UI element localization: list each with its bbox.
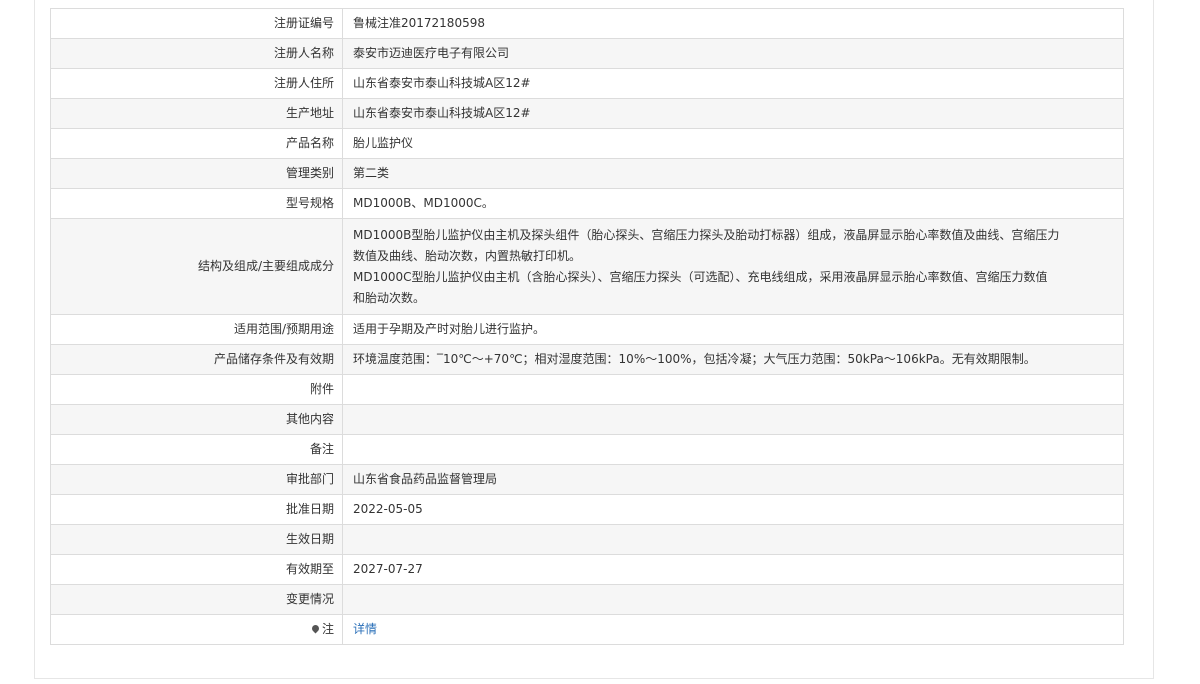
row-value-other-content <box>342 404 1124 435</box>
table-row: 生效日期 <box>50 524 1124 555</box>
row-label-approval-department: 审批部门 <box>50 464 343 495</box>
row-label-attachments: 附件 <box>50 374 343 405</box>
table-row: 结构及组成/主要组成成分 MD1000B型胎儿监护仪由主机及探头组件（胎心探头、… <box>50 218 1124 315</box>
row-value-attachments <box>342 374 1124 405</box>
row-value-registrant-name: 泰安市迈迪医疗电子有限公司 <box>342 38 1124 69</box>
table-row: 审批部门 山东省食品药品监督管理局 <box>50 464 1124 495</box>
table-row: 适用范围/预期用途 适用于孕期及产时对胎儿进行监护。 <box>50 314 1124 345</box>
row-value-model-spec: MD1000B、MD1000C。 <box>342 188 1124 219</box>
row-value-effective-date <box>342 524 1124 555</box>
structure-line: MD1000C型胎儿监护仪由主机（含胎心探头）、宫缩压力探头（可选配）、充电线组… <box>353 269 1048 284</box>
row-label-model-spec: 型号规格 <box>50 188 343 219</box>
table-row: 产品名称 胎儿监护仪 <box>50 128 1124 159</box>
row-label-registration-number: 注册证编号 <box>50 8 343 39</box>
row-label-change-history: 变更情况 <box>50 584 343 615</box>
row-label-product-name: 产品名称 <box>50 128 343 159</box>
row-label-valid-until: 有效期至 <box>50 554 343 585</box>
row-label-storage-conditions: 产品储存条件及有效期 <box>50 344 343 375</box>
details-link[interactable]: 详情 <box>353 622 377 636</box>
row-label-effective-date: 生效日期 <box>50 524 343 555</box>
row-value-valid-until: 2027-07-27 <box>342 554 1124 585</box>
row-label-remarks: 备注 <box>50 434 343 465</box>
table-row: 生产地址 山东省泰安市泰山科技城A区12# <box>50 98 1124 129</box>
row-value-registration-number: 鲁械注准20172180598 <box>342 8 1124 39</box>
row-value-structure-composition: MD1000B型胎儿监护仪由主机及探头组件（胎心探头、宫缩压力探头及胎动打标器）… <box>342 218 1124 315</box>
row-label-structure-composition: 结构及组成/主要组成成分 <box>50 218 343 315</box>
row-value-approval-date: 2022-05-05 <box>342 494 1124 525</box>
table-row: 批准日期 2022-05-05 <box>50 494 1124 525</box>
row-label-other-content: 其他内容 <box>50 404 343 435</box>
row-value-management-category: 第二类 <box>342 158 1124 189</box>
pin-icon <box>310 623 321 634</box>
row-value-change-history <box>342 584 1124 615</box>
row-label-production-address: 生产地址 <box>50 98 343 129</box>
note-label: 注 <box>321 622 334 636</box>
structure-line: MD1000B型胎儿监护仪由主机及探头组件（胎心探头、宫缩压力探头及胎动打标器）… <box>353 227 1060 242</box>
structure-line: 数值及曲线、胎动次数，内置热敏打印机。 <box>353 248 582 263</box>
row-value-remarks <box>342 434 1124 465</box>
table-row: 变更情况 <box>50 584 1124 615</box>
table-row: 附件 <box>50 374 1124 405</box>
row-value-storage-conditions: 环境温度范围：‾10℃～+70℃；相对湿度范围：10%～100%，包括冷凝；大气… <box>342 344 1124 375</box>
row-label-management-category: 管理类别 <box>50 158 343 189</box>
structure-line: 和胎动次数。 <box>353 290 426 305</box>
row-label-registrant-name: 注册人名称 <box>50 38 343 69</box>
table-row: 产品储存条件及有效期 环境温度范围：‾10℃～+70℃；相对湿度范围：10%～1… <box>50 344 1124 375</box>
row-label-note: 注 <box>50 614 343 645</box>
registration-detail-table: 注册证编号 鲁械注准20172180598 注册人名称 泰安市迈迪医疗电子有限公… <box>50 8 1124 645</box>
table-row: 注册人住所 山东省泰安市泰山科技城A区12# <box>50 68 1124 99</box>
table-row: 注册证编号 鲁械注准20172180598 <box>50 8 1124 39</box>
row-label-registrant-address: 注册人住所 <box>50 68 343 99</box>
row-value-production-address: 山东省泰安市泰山科技城A区12# <box>342 98 1124 129</box>
row-value-approval-department: 山东省食品药品监督管理局 <box>342 464 1124 495</box>
table-row: 备注 <box>50 434 1124 465</box>
table-row: 型号规格 MD1000B、MD1000C。 <box>50 188 1124 219</box>
row-value-note: 详情 <box>342 614 1124 645</box>
table-row: 注 详情 <box>50 614 1124 645</box>
row-value-product-name: 胎儿监护仪 <box>342 128 1124 159</box>
table-row: 管理类别 第二类 <box>50 158 1124 189</box>
row-label-intended-use: 适用范围/预期用途 <box>50 314 343 345</box>
row-value-registrant-address: 山东省泰安市泰山科技城A区12# <box>342 68 1124 99</box>
table-row: 其他内容 <box>50 404 1124 435</box>
table-row: 有效期至 2027-07-27 <box>50 554 1124 585</box>
table-row: 注册人名称 泰安市迈迪医疗电子有限公司 <box>50 38 1124 69</box>
row-label-approval-date: 批准日期 <box>50 494 343 525</box>
row-value-intended-use: 适用于孕期及产时对胎儿进行监护。 <box>342 314 1124 345</box>
